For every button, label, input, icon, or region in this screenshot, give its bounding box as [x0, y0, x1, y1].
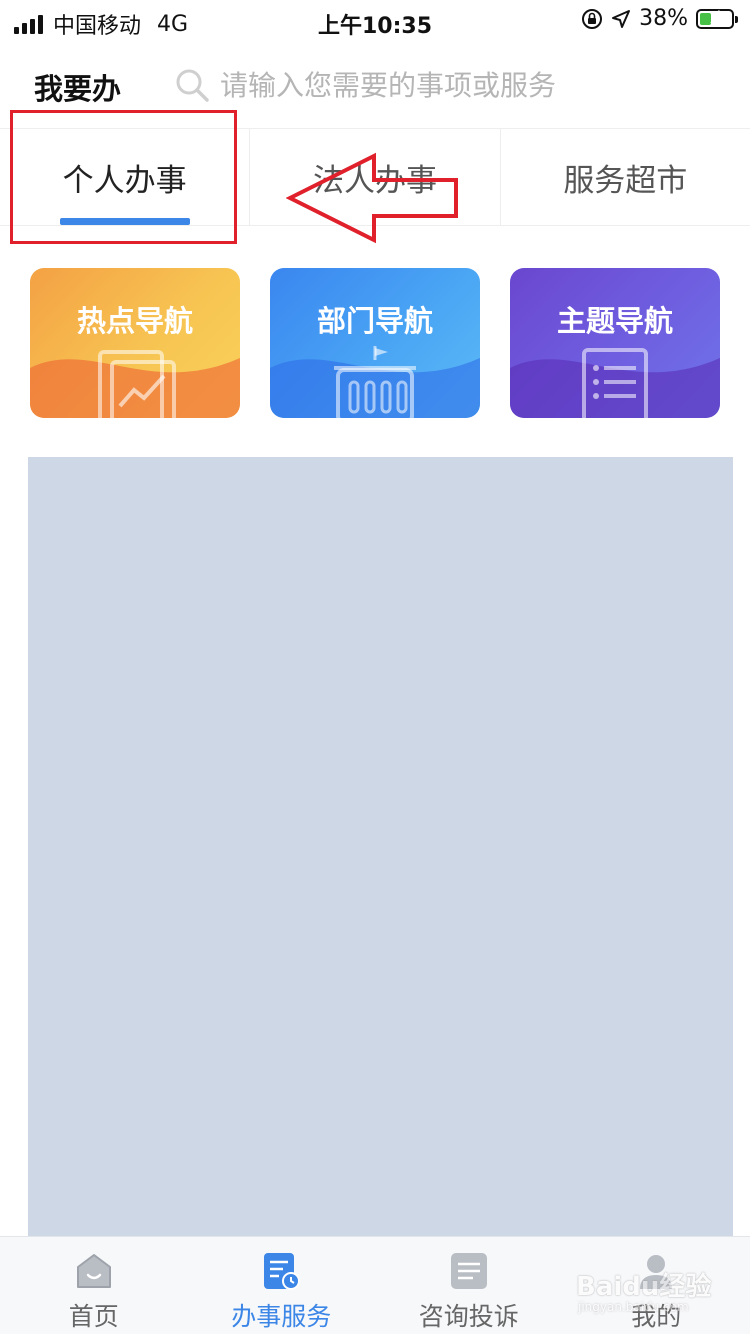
orientation-lock-icon: [582, 8, 603, 29]
page-title: 我要办: [34, 72, 122, 106]
list-document-icon: [582, 348, 648, 418]
navigation-cards: 热点导航 部门导航 主题导航: [30, 268, 720, 418]
government-building-icon: [334, 346, 416, 418]
card-title: 热点导航: [76, 304, 193, 338]
watermark-subtext: jingyan.baidu.com: [578, 1300, 689, 1314]
service-document-icon: [264, 1253, 301, 1290]
consult-complaint-icon: [450, 1253, 487, 1289]
annotation-arrow-icon: [286, 152, 458, 244]
search-input[interactable]: [220, 68, 720, 102]
department-navigation-card[interactable]: 部门导航: [270, 268, 480, 418]
watermark-text: Baidu经验: [576, 1272, 712, 1302]
annotation-highlight-box: [10, 110, 237, 244]
card-title: 部门导航: [316, 304, 433, 338]
search-header: 我要办: [0, 56, 750, 116]
tabbar-item-services[interactable]: 办事服务: [188, 1237, 376, 1334]
tab-label: 服务超市: [563, 162, 688, 199]
card-title: 主题导航: [556, 304, 673, 338]
content-placeholder: [28, 457, 733, 1237]
tabbar-label: 首页: [68, 1302, 119, 1331]
tab-service-market[interactable]: 服务超市: [499, 129, 750, 225]
location-icon: [612, 9, 631, 28]
tabbar-item-consult[interactable]: 咨询投诉: [375, 1237, 563, 1334]
trend-chart-icon: [98, 350, 176, 418]
baidu-watermark: Baidu经验 jingyan.baidu.com: [576, 1262, 726, 1322]
status-bar: 中国移动 4G 上午10:35 38% ⚡: [0, 0, 750, 44]
battery-charging-icon: ⚡: [696, 7, 738, 29]
theme-navigation-card[interactable]: 主题导航: [510, 268, 720, 418]
hot-navigation-card[interactable]: 热点导航: [30, 268, 240, 418]
search-bar[interactable]: [174, 62, 734, 108]
tabbar-label: 咨询投诉: [418, 1302, 519, 1331]
tabbar-label: 办事服务: [231, 1302, 332, 1331]
tabbar-item-home[interactable]: 首页: [0, 1237, 188, 1334]
home-icon: [76, 1254, 111, 1288]
search-icon: [176, 69, 209, 102]
battery-percent: 38%: [639, 6, 688, 31]
